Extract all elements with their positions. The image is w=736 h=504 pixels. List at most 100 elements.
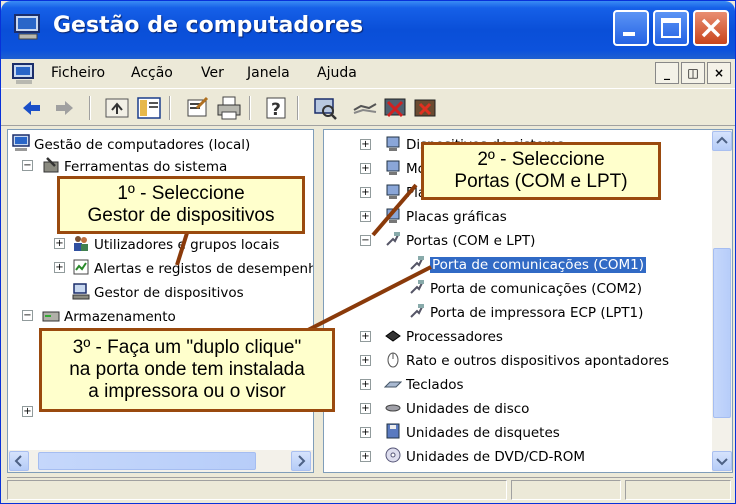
back-icon[interactable] [17,94,45,122]
expand-toggle[interactable]: + [360,163,371,174]
tree-item-device-manager[interactable]: Gestor de dispositivos [72,282,244,304]
tree-item-storage[interactable]: Armazenamento [42,306,176,328]
users-icon [74,236,88,251]
disable-device-icon[interactable] [381,94,409,122]
toolbar-separator [89,96,91,120]
collapse-toggle[interactable]: − [22,310,33,321]
tree-item-computer-management[interactable]: Gestão de computadores (local) [12,134,250,156]
close-button[interactable] [693,10,729,46]
forward-icon[interactable] [51,94,79,122]
scroll-up-button[interactable] [712,131,732,151]
tree-item-label: Armazenamento [64,309,176,325]
device-label: Placas gráficas [406,209,507,225]
expand-toggle[interactable]: + [360,355,371,366]
expand-toggle[interactable]: + [360,187,371,198]
tree-item-local-users-groups[interactable]: Utilizadores e grupos locais [72,234,279,256]
show-tree-icon[interactable] [135,94,163,122]
collapse-toggle[interactable]: − [22,160,33,171]
horizontal-scrollbar[interactable] [8,450,313,472]
device-category[interactable]: Unidades de disquetes [384,422,560,444]
scroll-left-button[interactable] [9,451,29,471]
callout-step3: 3º - Faça um "duplo clique" na porta ond… [39,328,335,412]
network-card-icon [386,184,400,199]
tree-item-system-tools[interactable]: Ferramentas do sistema [42,156,227,178]
status-cell-main [7,480,507,500]
device-category[interactable]: Unidades de DVD/CD-ROM [384,446,585,468]
device-category[interactable]: Teclados [384,374,464,396]
help-icon[interactable]: ? [263,94,291,122]
uninstall-device-icon[interactable] [411,94,439,122]
system-menu-icon[interactable] [11,63,37,85]
scroll-right-button[interactable] [291,451,311,471]
tree-item-performance-logs[interactable]: Alertas e registos de desempenho [72,258,313,280]
device-item[interactable]: Porta de impressora ECP (LPT1) [408,302,643,324]
device-category[interactable]: Rato e outros dispositivos apontadores [384,350,669,372]
expand-toggle[interactable]: + [22,406,33,417]
monitor-icon [386,160,400,175]
port-icon [386,232,400,246]
device-label: Porta de impressora ECP (LPT1) [430,305,644,321]
device-category[interactable]: Processadores [384,326,503,348]
callout-line: 1º - Seleccione [117,183,245,204]
menu-help[interactable]: Ajuda [317,65,357,81]
up-folder-icon[interactable] [103,94,131,122]
device-item[interactable]: Porta de comunicações (COM1) [408,254,647,276]
print-icon[interactable] [215,94,243,122]
port-icon [410,280,424,294]
expand-toggle[interactable]: + [360,379,371,390]
computer-icon [12,134,30,151]
properties-icon[interactable] [183,94,211,122]
toolbar-separator [297,96,299,120]
child-restore-button[interactable]: ◫ [681,62,705,84]
expand-toggle[interactable]: + [360,139,371,150]
window-title: Gestão de computadores [53,13,364,38]
storage-icon [42,311,60,322]
device-label: Unidades de DVD/CD-ROM [406,449,586,465]
device-item[interactable]: Porta de comunicações (COM2) [408,278,642,300]
scroll-thumb[interactable] [38,452,256,470]
expand-toggle[interactable]: + [54,238,65,249]
menu-file[interactable]: Ficheiro [51,65,105,81]
device-label: Porta de comunicações (COM2) [430,281,643,297]
expand-toggle[interactable]: + [54,262,65,273]
status-bar [7,477,733,501]
status-cell [625,480,731,500]
child-close-button[interactable]: × [707,62,731,84]
callout-line: na porta onde tem instalada [69,359,305,380]
scroll-thumb[interactable] [713,248,731,418]
expand-toggle[interactable]: + [360,211,371,222]
menu-action[interactable]: Acção [131,65,173,81]
maximize-icon [661,18,681,38]
device-label: Processadores [406,329,503,345]
menu-window[interactable]: Janela [247,65,290,81]
expand-toggle[interactable]: + [360,427,371,438]
callout-line: 3º - Faça um "duplo clique" [72,337,302,358]
maximize-button[interactable] [653,10,689,46]
callout-line: a impressora ou o visor [88,381,286,402]
vertical-scrollbar[interactable] [712,130,732,472]
callout-line: Gestor de dispositivos [87,205,275,226]
collapse-toggle[interactable]: − [360,235,371,246]
expand-toggle[interactable]: + [360,403,371,414]
close-icon [701,18,721,38]
callout-line: 2º - Seleccione [477,149,605,170]
callout-step1: 1º - Seleccione Gestor de dispositivos [57,176,305,234]
minimize-button[interactable] [613,10,649,46]
device-category[interactable]: Unidades de disco [384,398,529,420]
title-bar[interactable]: Gestão de computadores [1,1,735,59]
device-category[interactable]: Portas (COM e LPT) [384,230,535,252]
device-label: Unidades de disquetes [406,425,560,441]
expand-toggle[interactable]: + [360,331,371,342]
minimize-icon [623,32,635,36]
child-minimize-button[interactable]: _ [655,62,679,84]
scroll-down-button[interactable] [712,451,732,471]
port-icon [410,256,424,270]
update-driver-icon[interactable] [351,94,379,122]
processor-icon [385,330,401,342]
device-category[interactable]: Placas gráficas [384,206,507,228]
tree-item-label: Gestor de dispositivos [94,285,244,301]
menu-view[interactable]: Ver [201,65,224,81]
system-device-icon [386,136,400,151]
expand-toggle[interactable]: + [360,451,371,462]
scan-hardware-icon[interactable] [311,94,339,122]
